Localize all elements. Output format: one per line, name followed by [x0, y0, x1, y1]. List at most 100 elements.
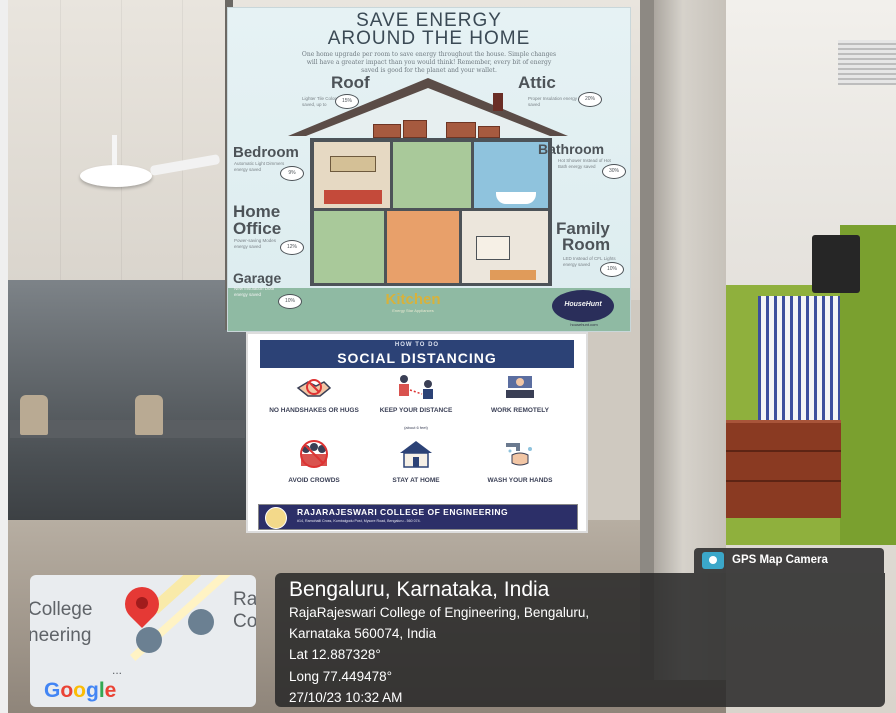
college-name: RAJARAJESWARI COLLEGE OF ENGINEERING	[297, 507, 509, 517]
tip-cell: KEEP YOUR DISTANCE (about 6 feet)	[366, 370, 466, 437]
ceiling-fan-rod	[112, 135, 117, 167]
map-label-ra: Ra	[233, 589, 256, 610]
tip-cell: WORK REMOTELY	[470, 370, 570, 437]
middle-room	[393, 142, 471, 208]
attic-box	[478, 126, 500, 138]
garage-label: Garage	[233, 270, 282, 286]
househunt-logo: HouseHunt	[552, 290, 614, 322]
bedroom-pct: 9%	[280, 166, 304, 181]
home-icon	[400, 441, 432, 468]
google-letter: g	[86, 679, 99, 702]
handshake-icon	[296, 379, 332, 397]
bathtub	[496, 192, 536, 204]
bed-picture	[330, 156, 376, 172]
home-office-label-2: Office	[233, 219, 282, 238]
ceiling-fan	[80, 165, 152, 187]
ceiling-vent	[838, 40, 896, 85]
college-emblem-icon	[265, 507, 287, 529]
attic-pct: 20%	[578, 92, 602, 107]
location-title: Bengaluru, Karnataka, India	[289, 578, 550, 601]
wooden-shelf	[726, 420, 841, 518]
timestamp: 27/10/23 10:32 AM	[289, 690, 403, 705]
office-chair	[135, 395, 163, 435]
college-footer: RAJARAJESWARI COLLEGE OF ENGINEERING #14…	[258, 504, 578, 530]
tip-label: NO HANDSHAKES OR HUGS	[269, 407, 359, 414]
office-chair	[20, 395, 48, 435]
window-blinds	[758, 296, 840, 434]
gps-map-camera-badge: GPS Map Camera	[694, 548, 884, 573]
google-logo: Google	[44, 679, 116, 703]
tip-cell: WASH YOUR HANDS	[470, 437, 570, 504]
sofa	[490, 270, 536, 280]
tip-cell: STAY AT HOME	[366, 437, 466, 504]
map-ellipsis: ...	[112, 663, 123, 677]
latitude: Lat 12.887328°	[289, 647, 381, 662]
college-address: #14, Ramohalli Cross, Kumbalgodu Post, M…	[297, 519, 421, 523]
school-icon	[188, 609, 214, 635]
attic-box	[446, 122, 476, 138]
family-room-label-2: Room	[562, 235, 611, 254]
attic-box	[373, 124, 401, 138]
roof-label: Roof	[331, 73, 370, 92]
family-room-pct: 10%	[600, 262, 624, 277]
bedroom-label: Bedroom	[233, 144, 299, 161]
poster-title-line2: AROUND THE HOME	[327, 28, 531, 49]
school-icon	[136, 627, 162, 653]
gps-badge-label: GPS Map Camera	[732, 554, 828, 566]
tip-label: KEEP YOUR DISTANCE	[379, 407, 453, 414]
office-room	[314, 211, 384, 283]
google-letter: o	[73, 679, 86, 702]
longitude: Long 77.449478°	[289, 669, 392, 684]
map-camera-icon-dot	[709, 556, 717, 564]
address-line-2: Karnataka 560074, India	[289, 626, 437, 641]
tv	[476, 236, 510, 260]
wash-hands-icon	[506, 443, 532, 466]
photo-scene: SAVE ENERGY AROUND THE HOME One home upg…	[0, 0, 896, 713]
tip-label: AVOID CROWDS	[288, 477, 340, 484]
chimney	[493, 93, 503, 111]
distance-icon	[399, 375, 433, 399]
map-camera-icon	[702, 552, 724, 569]
garage-pct: 10%	[278, 294, 302, 309]
address-line-1: RajaRajeswari College of Engineering, Be…	[289, 605, 590, 620]
home-office-pct: 12%	[280, 240, 304, 255]
attic-box	[403, 120, 427, 138]
tip-cell: AVOID CROWDS	[264, 437, 364, 504]
shelf-divider	[726, 450, 841, 452]
bathroom-pct: 30%	[602, 164, 626, 179]
bathroom-label: Bathroom	[538, 141, 605, 157]
location-pin-dot	[136, 597, 148, 609]
home-office-label-1: Home	[233, 202, 281, 221]
gps-info-box: Bengaluru, Karnataka, India RajaRajeswar…	[275, 573, 885, 707]
google-letter: o	[60, 679, 74, 702]
how-to-do-text: HOW TO DO	[394, 342, 440, 348]
househunt-url: househunt.com	[570, 322, 598, 327]
tip-label: WASH YOUR HANDS	[487, 477, 553, 484]
map-label-college: College	[30, 599, 93, 620]
location-map: College neering Ra Co ... Google	[30, 575, 256, 707]
wall-speaker	[812, 235, 860, 293]
tip-cell: NO HANDSHAKES OR HUGS	[264, 370, 364, 437]
attic-sub: Proper Insulation energy saved	[528, 96, 578, 107]
kitchen-room	[387, 211, 459, 283]
photo-border	[0, 0, 8, 713]
bed	[324, 190, 382, 204]
kitchen-label: Kitchen	[385, 291, 441, 308]
attic-label: Attic	[518, 73, 556, 92]
kitchen-sub: Energy Star Appliances	[392, 308, 434, 313]
social-distancing-title: SOCIAL DISTANCING	[337, 350, 497, 366]
energy-poster: SAVE ENERGY AROUND THE HOME One home upg…	[227, 7, 631, 332]
tip-label: WORK REMOTELY	[491, 407, 549, 414]
poster-intro: One home upgrade per room to save energy…	[301, 51, 557, 74]
laptop-icon	[506, 376, 534, 398]
map-label-co: Co	[233, 611, 256, 632]
google-letter: G	[44, 679, 61, 702]
map-label-neering: neering	[30, 625, 92, 646]
tip-sub: (about 6 feet)	[404, 425, 428, 430]
crowd-icon	[300, 440, 328, 468]
shelf-divider	[726, 480, 841, 482]
social-distancing-poster: HOW TO DO SOCIAL DISTANCING NO HANDSHAKE…	[246, 332, 588, 533]
poster-header-band: HOW TO DO SOCIAL DISTANCING	[260, 340, 574, 368]
google-letter: e	[104, 679, 117, 702]
roof-pct: 15%	[335, 94, 359, 109]
